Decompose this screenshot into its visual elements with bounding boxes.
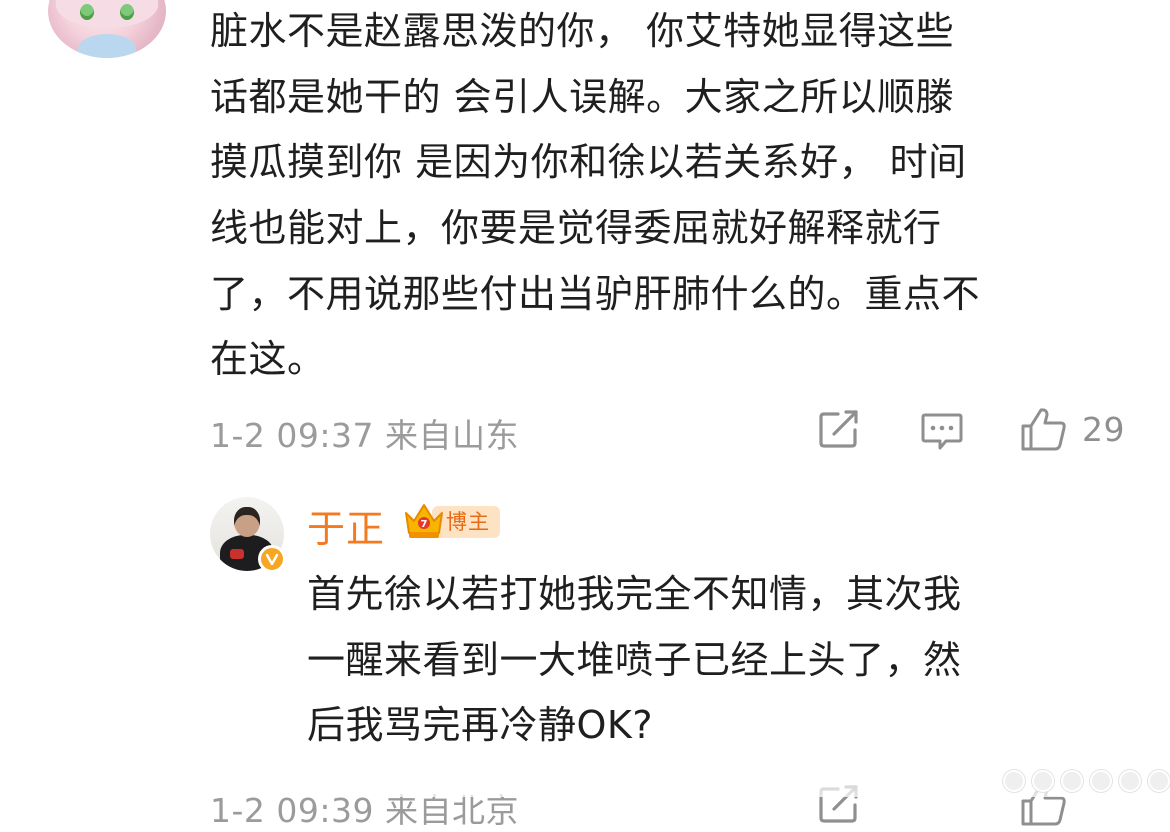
like-button[interactable]: 29 (1020, 406, 1125, 452)
comment-bubble-icon (921, 413, 963, 450)
verified-badge (258, 545, 286, 573)
reply-timestamp: 1-2 09:39 来自北京 (210, 791, 519, 830)
avatar-eye-left (80, 4, 94, 20)
avatar-hair (56, 0, 158, 28)
share-edit-icon (819, 410, 858, 448)
verified-v-icon (265, 553, 279, 566)
commenter-avatar[interactable] (48, 0, 166, 58)
avatar-eye-right (120, 4, 134, 20)
reply-share-button[interactable] (818, 785, 862, 825)
share-edit-icon (819, 785, 858, 823)
like-count: 29 (1082, 409, 1125, 449)
comment-timestamp: 1-2 09:37 来自山东 (210, 416, 519, 455)
reply-body: 首先徐以若打她我完全不知情，其次我 一醒来看到一大堆喷子已经上头了，然 后我骂完… (307, 572, 962, 748)
avatar-red-item (230, 549, 244, 559)
avatar-head (234, 507, 260, 537)
watermark-dots (1003, 770, 1170, 792)
comment-body: 脏水不是赵露思泼的你， 你艾特她显得这些 话都是她干的 会引人误解。大家之所以顺… (210, 9, 981, 382)
watermark-dot (1061, 770, 1083, 792)
vip-crown-icon: 7 (405, 504, 443, 538)
share-button[interactable] (818, 410, 862, 450)
svg-text:7: 7 (421, 519, 428, 530)
watermark-dot (1148, 770, 1170, 792)
watermark-dot (1119, 770, 1141, 792)
thumbs-up-icon (1021, 408, 1066, 451)
reply-meta-row: 1-2 09:39 来自北京 (210, 780, 1135, 830)
comment-meta-row: 1-2 09:37 来自山东 29 (210, 405, 1135, 455)
watermark-dot (1090, 770, 1112, 792)
avatar-collar (78, 34, 136, 58)
watermark-dot (1032, 770, 1054, 792)
watermark-dot (1003, 770, 1025, 792)
comment-button[interactable] (920, 411, 964, 451)
reply-username[interactable]: 于正 (307, 498, 385, 553)
